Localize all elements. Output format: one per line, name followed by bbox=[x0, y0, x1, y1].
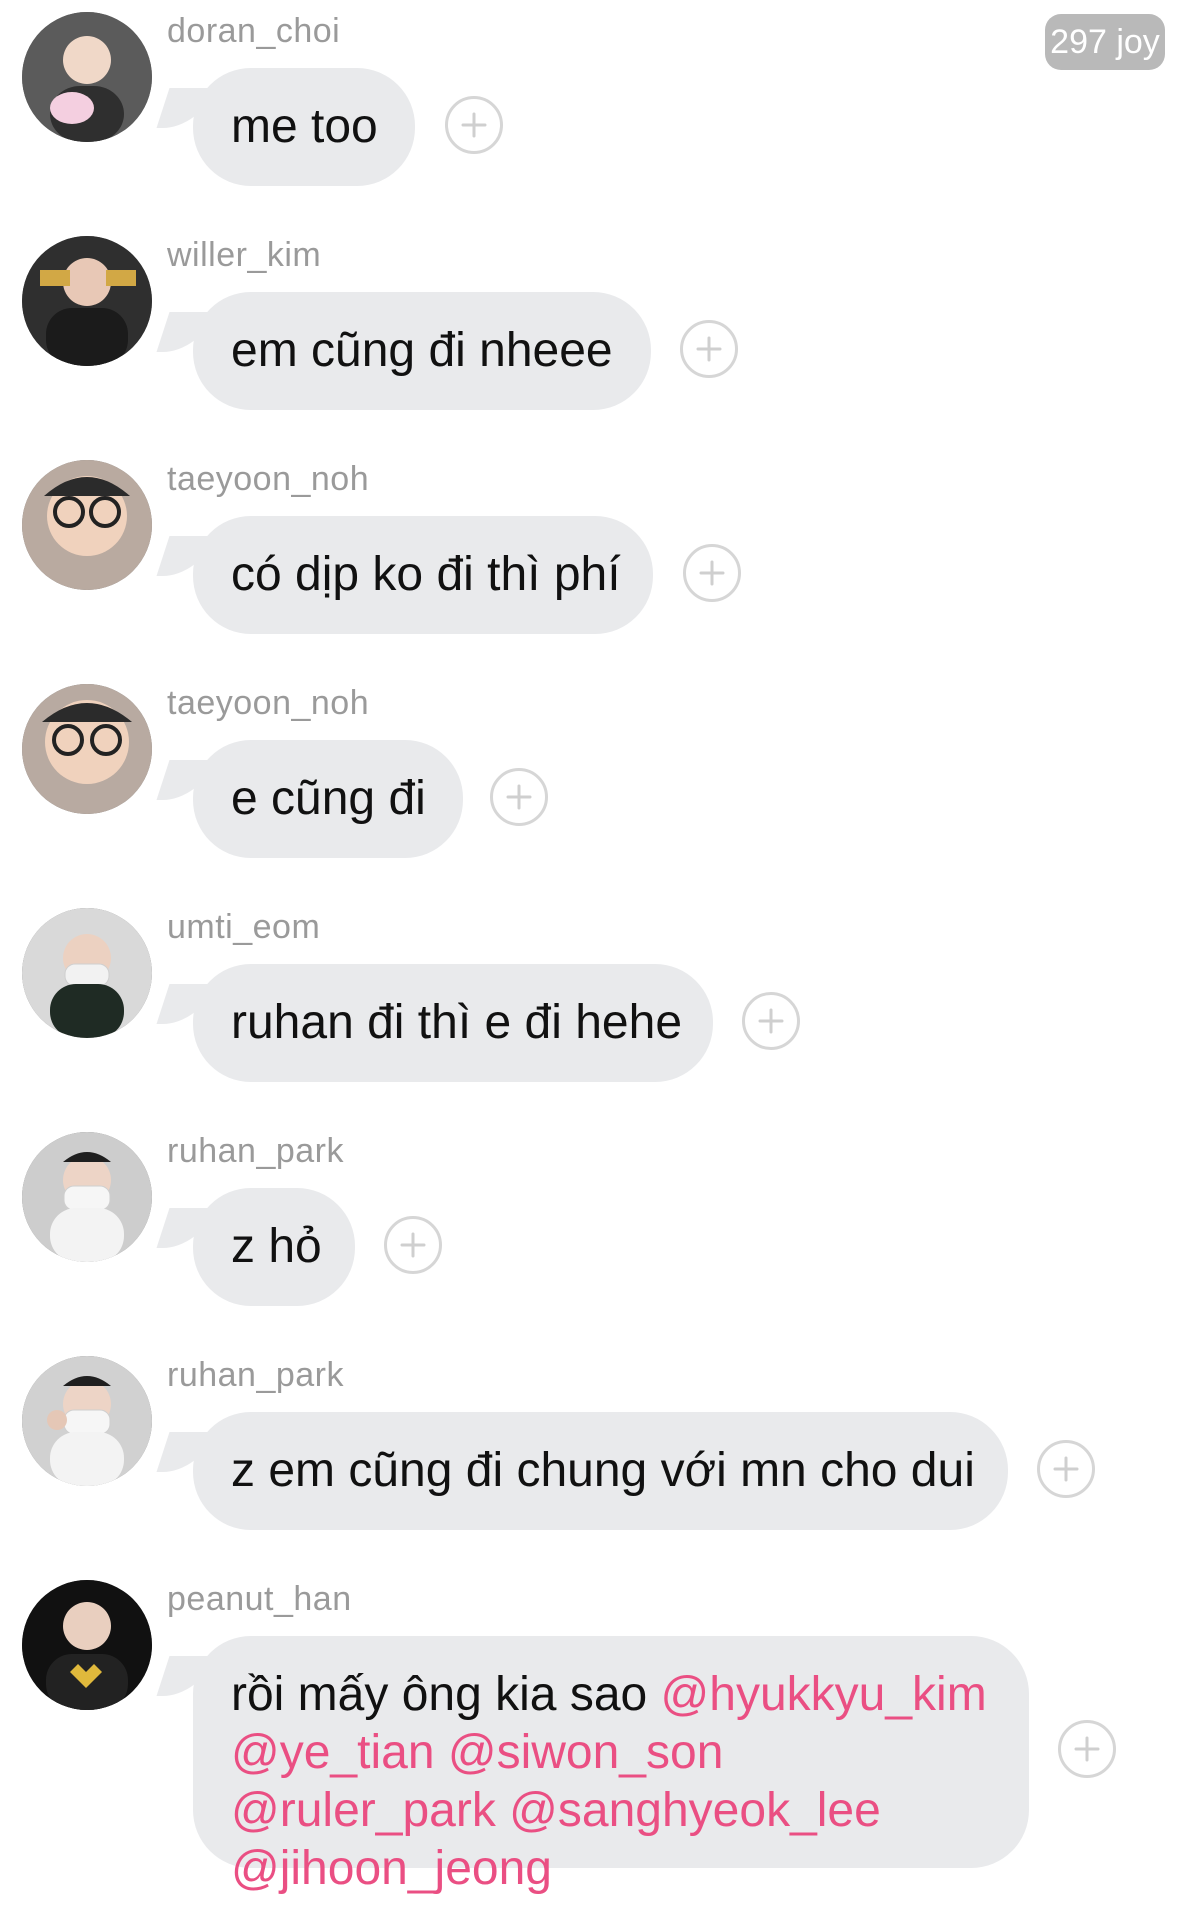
message-bubble[interactable]: em cũng đi nheee bbox=[193, 292, 651, 410]
plus-circle-icon bbox=[461, 112, 487, 138]
user-avatar[interactable] bbox=[22, 908, 152, 1038]
message-row: willer_kim em cũng đi nheee bbox=[0, 224, 1203, 410]
profile-photo-icon bbox=[22, 12, 152, 142]
profile-photo-icon bbox=[22, 1580, 152, 1710]
username: willer_kim bbox=[167, 236, 322, 274]
profile-photo-icon bbox=[22, 1356, 152, 1486]
message-bubble[interactable]: có dịp ko đi thì phí bbox=[193, 516, 653, 634]
mention-link[interactable]: @jihoon_jeong bbox=[231, 1842, 552, 1895]
add-reaction-button[interactable] bbox=[1058, 1720, 1116, 1778]
username: peanut_han bbox=[167, 1580, 352, 1618]
message-bubble[interactable]: e cũng đi bbox=[193, 740, 463, 858]
add-reaction-button[interactable] bbox=[490, 768, 548, 826]
user-avatar[interactable] bbox=[22, 12, 152, 142]
user-avatar[interactable] bbox=[22, 1356, 152, 1486]
profile-photo-icon bbox=[22, 236, 152, 366]
plus-circle-icon bbox=[1074, 1736, 1100, 1762]
username: taeyoon_noh bbox=[167, 460, 370, 498]
message-text: z hỏ bbox=[231, 1220, 322, 1273]
username: taeyoon_noh bbox=[167, 684, 370, 722]
plus-circle-icon bbox=[400, 1232, 426, 1258]
message-bubble[interactable]: z hỏ bbox=[193, 1188, 355, 1306]
plus-circle-icon bbox=[758, 1008, 784, 1034]
message-text: rồi mấy ông kia sao bbox=[231, 1668, 661, 1721]
mention-link[interactable]: @hyukkyu_kim bbox=[661, 1668, 987, 1721]
message-row: ruhan_park z hỏ bbox=[0, 1120, 1203, 1306]
plus-circle-icon bbox=[1053, 1456, 1079, 1482]
mention-link[interactable]: @ruler_park bbox=[231, 1784, 496, 1837]
username: ruhan_park bbox=[167, 1356, 345, 1394]
plus-circle-icon bbox=[699, 560, 725, 586]
profile-photo-icon bbox=[22, 684, 152, 814]
message-bubble[interactable]: z em cũng đi chung với mn cho dui bbox=[193, 1412, 1008, 1530]
message-row: ruhan_park z em cũng đi chung với mn cho… bbox=[0, 1344, 1203, 1530]
message-row: peanut_han rồi mấy ông kia sao @hyukkyu_… bbox=[0, 1568, 1203, 1920]
message-text: z em cũng đi chung với mn cho dui bbox=[231, 1444, 975, 1497]
user-avatar[interactable] bbox=[22, 1132, 152, 1262]
message-text: me too bbox=[231, 100, 378, 153]
add-reaction-button[interactable] bbox=[445, 96, 503, 154]
message-row: taeyoon_noh e cũng đi bbox=[0, 672, 1203, 858]
add-reaction-button[interactable] bbox=[1037, 1440, 1095, 1498]
message-text: e cũng đi bbox=[231, 772, 426, 825]
user-avatar[interactable] bbox=[22, 460, 152, 590]
message-text: em cũng đi nheee bbox=[231, 324, 613, 377]
mention-link[interactable]: @ye_tian bbox=[231, 1726, 435, 1779]
username: ruhan_park bbox=[167, 1132, 345, 1170]
message-row: umti_eom ruhan đi thì e đi hehe bbox=[0, 896, 1203, 1082]
message-text: có dịp ko đi thì phí bbox=[231, 548, 621, 601]
message-bubble[interactable]: rồi mấy ông kia sao @hyukkyu_kim @ye_tia… bbox=[193, 1636, 1029, 1895]
mention-link[interactable]: @sanghyeok_lee bbox=[509, 1784, 881, 1837]
add-reaction-button[interactable] bbox=[742, 992, 800, 1050]
user-avatar[interactable] bbox=[22, 1580, 152, 1710]
add-reaction-button[interactable] bbox=[680, 320, 738, 378]
mention-link[interactable]: @siwon_son bbox=[448, 1726, 724, 1779]
message-text: ruhan đi thì e đi hehe bbox=[231, 996, 683, 1049]
plus-circle-icon bbox=[506, 784, 532, 810]
username: umti_eom bbox=[167, 908, 321, 946]
chat-thread: 297 joy doran_choi me too willer_kim em … bbox=[0, 0, 1203, 1920]
profile-photo-icon bbox=[22, 460, 152, 590]
username: doran_choi bbox=[167, 12, 341, 50]
user-avatar[interactable] bbox=[22, 236, 152, 366]
message-row: taeyoon_noh có dịp ko đi thì phí bbox=[0, 448, 1203, 634]
add-reaction-button[interactable] bbox=[683, 544, 741, 602]
add-reaction-button[interactable] bbox=[384, 1216, 442, 1274]
user-avatar[interactable] bbox=[22, 684, 152, 814]
message-row: doran_choi me too bbox=[0, 0, 1203, 186]
message-bubble[interactable]: me too bbox=[193, 68, 415, 186]
profile-photo-icon bbox=[22, 1132, 152, 1262]
plus-circle-icon bbox=[696, 336, 722, 362]
message-bubble[interactable]: ruhan đi thì e đi hehe bbox=[193, 964, 713, 1082]
profile-photo-icon bbox=[22, 908, 152, 1038]
